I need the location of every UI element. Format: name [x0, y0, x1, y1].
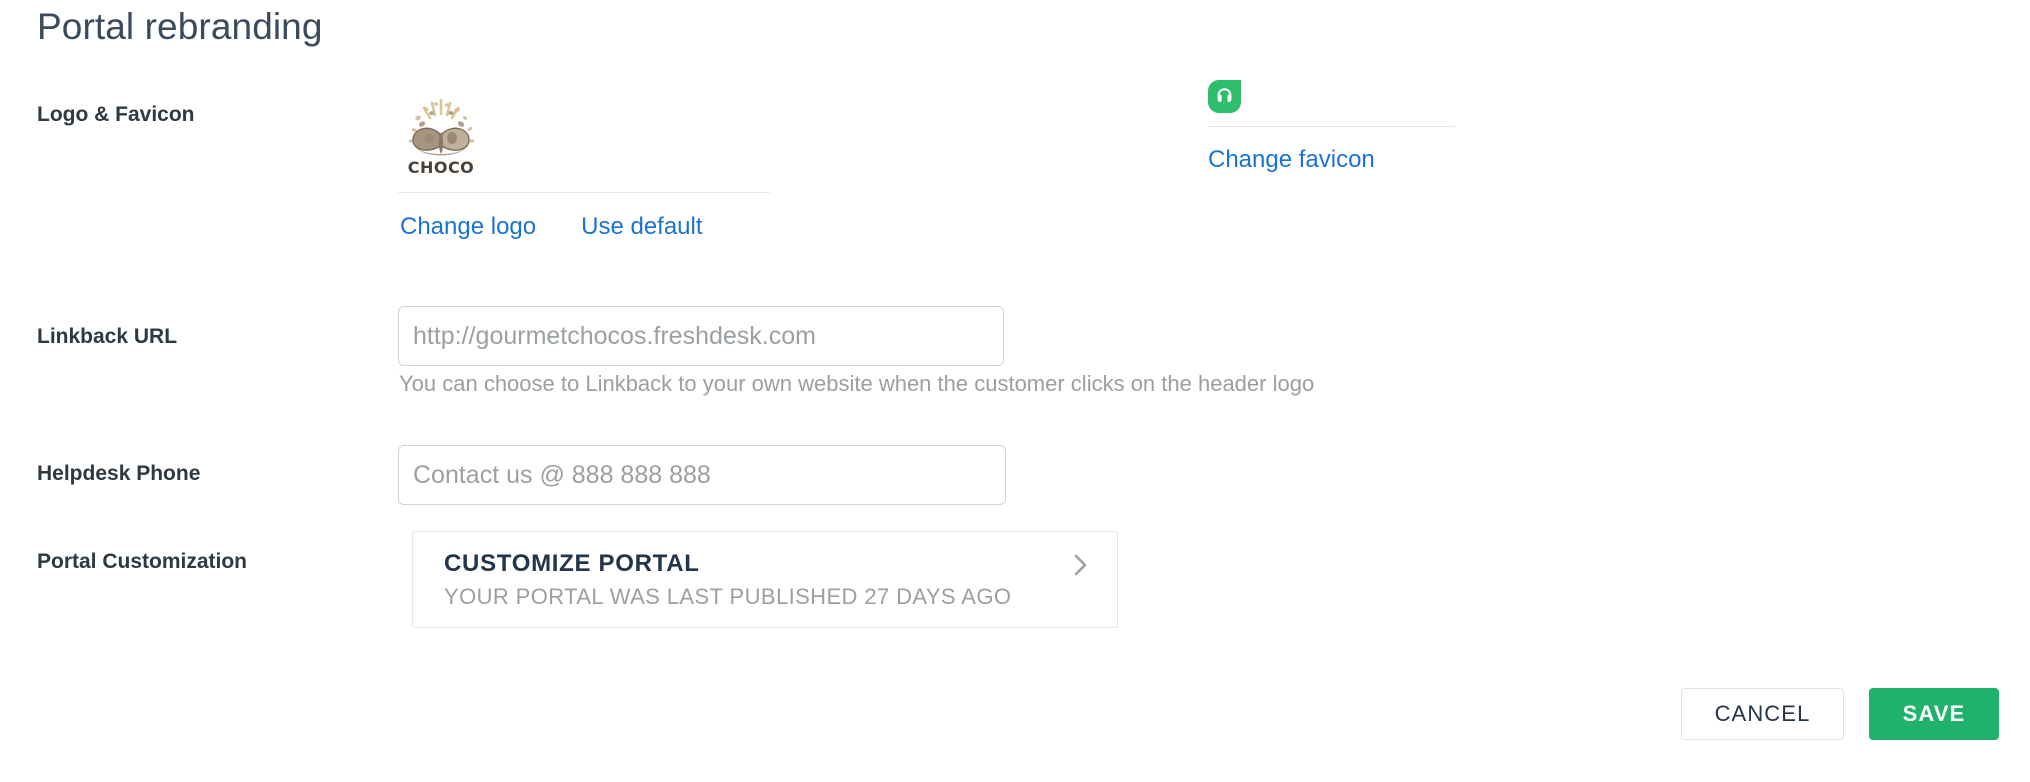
use-default-logo-link[interactable]: Use default — [581, 215, 702, 239]
portal-customization-label: Portal Customization — [37, 550, 248, 573]
helpdesk-phone-input[interactable] — [398, 445, 1006, 505]
customize-portal-title: CUSTOMIZE PORTAL — [444, 550, 700, 577]
chevron-right-icon — [1073, 554, 1089, 576]
customize-portal-subtitle: YOUR PORTAL WAS LAST PUBLISHED 27 DAYS A… — [444, 584, 1012, 609]
linkback-url-label: Linkback URL — [37, 325, 178, 348]
cancel-button[interactable]: CANCEL — [1681, 688, 1844, 740]
linkback-url-input[interactable] — [398, 306, 1004, 366]
favicon-divider — [1208, 126, 1455, 127]
favicon-preview — [1208, 80, 1455, 126]
logo-favicon-label: Logo & Favicon — [37, 103, 195, 126]
logo-divider — [398, 192, 770, 193]
change-favicon-link[interactable]: Change favicon — [1208, 146, 1375, 173]
svg-text:CHOCO: CHOCO — [408, 158, 475, 177]
customize-portal-card[interactable]: CUSTOMIZE PORTAL YOUR PORTAL WAS LAST PU… — [412, 531, 1118, 628]
logo-actions: Change logo Use default — [398, 215, 770, 239]
change-logo-link[interactable]: Change logo — [400, 215, 536, 239]
freshdesk-headset-favicon-icon — [1208, 80, 1241, 118]
page-title: Portal rebranding — [37, 6, 323, 47]
linkback-url-help-text: You can choose to Linkback to your own w… — [399, 371, 1315, 396]
favicon-actions: Change favicon — [1208, 148, 1455, 172]
logo-block: CHOCO Change logo Use default — [398, 80, 770, 239]
save-button[interactable]: SAVE — [1869, 688, 1999, 740]
logo-preview: CHOCO — [398, 80, 770, 178]
helpdesk-phone-label: Helpdesk Phone — [37, 462, 201, 485]
favicon-block: Change favicon — [1208, 80, 1455, 172]
choco-brand-logo-icon: CHOCO — [402, 94, 480, 178]
